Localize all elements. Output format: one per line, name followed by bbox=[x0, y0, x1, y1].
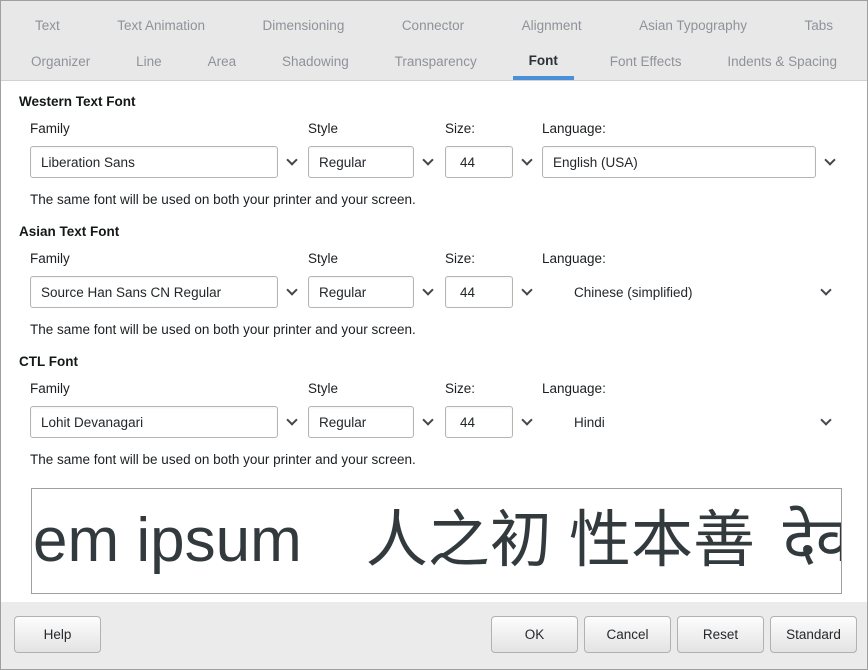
asian-family-label: Family bbox=[30, 251, 308, 267]
asian-style-input[interactable]: Regular bbox=[308, 276, 414, 308]
tab-text[interactable]: Text bbox=[25, 8, 70, 44]
asian-language-select[interactable]: Chinese (simplified) bbox=[542, 285, 840, 300]
tab-dimensioning[interactable]: Dimensioning bbox=[253, 8, 355, 44]
font-preview-box: em ipsum 人之初 性本善 देवन bbox=[31, 488, 842, 594]
western-style-input[interactable]: Regular bbox=[308, 146, 414, 178]
western-style-combo: Regular bbox=[308, 146, 445, 178]
tab-asian-typography[interactable]: Asian Typography bbox=[629, 8, 757, 44]
asian-fields: Family Style Size: Language: Source Han … bbox=[30, 251, 840, 308]
tab-transparency[interactable]: Transparency bbox=[385, 44, 487, 80]
ctl-size-input[interactable]: 44 bbox=[445, 406, 513, 438]
chevron-down-icon[interactable] bbox=[521, 284, 532, 295]
western-size-label: Size: bbox=[445, 121, 542, 137]
ctl-language-combo: Hindi bbox=[542, 406, 840, 438]
western-style-label: Style bbox=[308, 121, 445, 137]
reset-button[interactable]: Reset bbox=[677, 616, 764, 653]
asian-size-label: Size: bbox=[445, 251, 542, 267]
western-family-label: Family bbox=[30, 121, 308, 137]
ctl-size-combo: 44 bbox=[445, 406, 542, 438]
tab-indents-spacing[interactable]: Indents & Spacing bbox=[717, 44, 847, 80]
tab-text-animation[interactable]: Text Animation bbox=[107, 8, 215, 44]
asian-family-combo: Source Han Sans CN Regular bbox=[30, 276, 308, 308]
ctl-language-value: Hindi bbox=[542, 415, 605, 430]
western-family-combo: Liberation Sans bbox=[30, 146, 308, 178]
tab-line[interactable]: Line bbox=[126, 44, 172, 80]
chevron-down-icon[interactable] bbox=[820, 284, 831, 295]
preview-latin-text: em ipsum bbox=[33, 506, 302, 575]
ctl-language-select[interactable]: Hindi bbox=[542, 415, 840, 430]
asian-family-input[interactable]: Source Han Sans CN Regular bbox=[30, 276, 278, 308]
tab-organizer[interactable]: Organizer bbox=[21, 44, 100, 80]
asian-printer-note: The same font will be used on both your … bbox=[30, 322, 840, 338]
character-dialog: Text Text Animation Dimensioning Connect… bbox=[0, 0, 868, 670]
ctl-style-label: Style bbox=[308, 381, 445, 397]
western-printer-note: The same font will be used on both your … bbox=[30, 192, 840, 208]
tab-strip: Text Text Animation Dimensioning Connect… bbox=[1, 1, 867, 81]
ctl-section-title: CTL Font bbox=[19, 354, 867, 370]
asian-size-combo: 44 bbox=[445, 276, 542, 308]
western-language-label: Language: bbox=[542, 121, 840, 137]
tab-row-2: Organizer Line Area Shadowing Transparen… bbox=[1, 44, 867, 80]
asian-style-label: Style bbox=[308, 251, 445, 267]
asian-section-title: Asian Text Font bbox=[19, 224, 867, 240]
action-button-group: OK Cancel Reset Standard bbox=[491, 616, 857, 653]
asian-language-combo: Chinese (simplified) bbox=[542, 276, 840, 308]
western-fields: Family Style Size: Language: Liberation … bbox=[30, 121, 840, 178]
ctl-style-input[interactable]: Regular bbox=[308, 406, 414, 438]
ctl-family-label: Family bbox=[30, 381, 308, 397]
font-preview-text: em ipsum人之初 性本善देवन bbox=[32, 510, 842, 572]
ctl-printer-note: The same font will be used on both your … bbox=[30, 452, 840, 468]
chevron-down-icon[interactable] bbox=[286, 154, 297, 165]
tab-alignment[interactable]: Alignment bbox=[512, 8, 592, 44]
tab-font-effects[interactable]: Font Effects bbox=[600, 44, 692, 80]
western-size-combo: 44 bbox=[445, 146, 542, 178]
tab-connector[interactable]: Connector bbox=[392, 8, 474, 44]
tab-row-1: Text Text Animation Dimensioning Connect… bbox=[1, 8, 867, 44]
western-family-input[interactable]: Liberation Sans bbox=[30, 146, 278, 178]
cancel-button[interactable]: Cancel bbox=[584, 616, 671, 653]
tab-area[interactable]: Area bbox=[198, 44, 247, 80]
asian-language-value: Chinese (simplified) bbox=[542, 285, 693, 300]
standard-button[interactable]: Standard bbox=[770, 616, 857, 653]
asian-language-label: Language: bbox=[542, 251, 840, 267]
asian-size-input[interactable]: 44 bbox=[445, 276, 513, 308]
ctl-fields: Family Style Size: Language: Lohit Devan… bbox=[30, 381, 840, 438]
asian-style-combo: Regular bbox=[308, 276, 445, 308]
chevron-down-icon[interactable] bbox=[521, 414, 532, 425]
chevron-down-icon[interactable] bbox=[422, 154, 433, 165]
dialog-footer: Help OK Cancel Reset Standard bbox=[1, 602, 867, 669]
western-language-combo: English (USA) bbox=[542, 146, 840, 178]
font-tab-content: Western Text Font Family Style Size: Lan… bbox=[1, 81, 867, 602]
help-button[interactable]: Help bbox=[14, 616, 101, 653]
tab-shadowing[interactable]: Shadowing bbox=[272, 44, 359, 80]
ctl-family-combo: Lohit Devanagari bbox=[30, 406, 308, 438]
chevron-down-icon[interactable] bbox=[824, 154, 835, 165]
chevron-down-icon[interactable] bbox=[422, 284, 433, 295]
ok-button[interactable]: OK bbox=[491, 616, 578, 653]
chevron-down-icon[interactable] bbox=[422, 414, 433, 425]
chevron-down-icon[interactable] bbox=[286, 284, 297, 295]
chevron-down-icon[interactable] bbox=[820, 414, 831, 425]
western-section-title: Western Text Font bbox=[19, 94, 867, 110]
chevron-down-icon[interactable] bbox=[286, 414, 297, 425]
preview-cjk-text: 人之初 性本善 bbox=[366, 506, 755, 575]
western-language-input[interactable]: English (USA) bbox=[542, 146, 816, 178]
ctl-size-label: Size: bbox=[445, 381, 542, 397]
chevron-down-icon[interactable] bbox=[521, 154, 532, 165]
ctl-style-combo: Regular bbox=[308, 406, 445, 438]
preview-ctl-text: देवन bbox=[783, 506, 842, 575]
tab-tabs[interactable]: Tabs bbox=[794, 8, 843, 44]
western-size-input[interactable]: 44 bbox=[445, 146, 513, 178]
ctl-language-label: Language: bbox=[542, 381, 840, 397]
ctl-family-input[interactable]: Lohit Devanagari bbox=[30, 406, 278, 438]
tab-font[interactable]: Font bbox=[513, 44, 574, 80]
